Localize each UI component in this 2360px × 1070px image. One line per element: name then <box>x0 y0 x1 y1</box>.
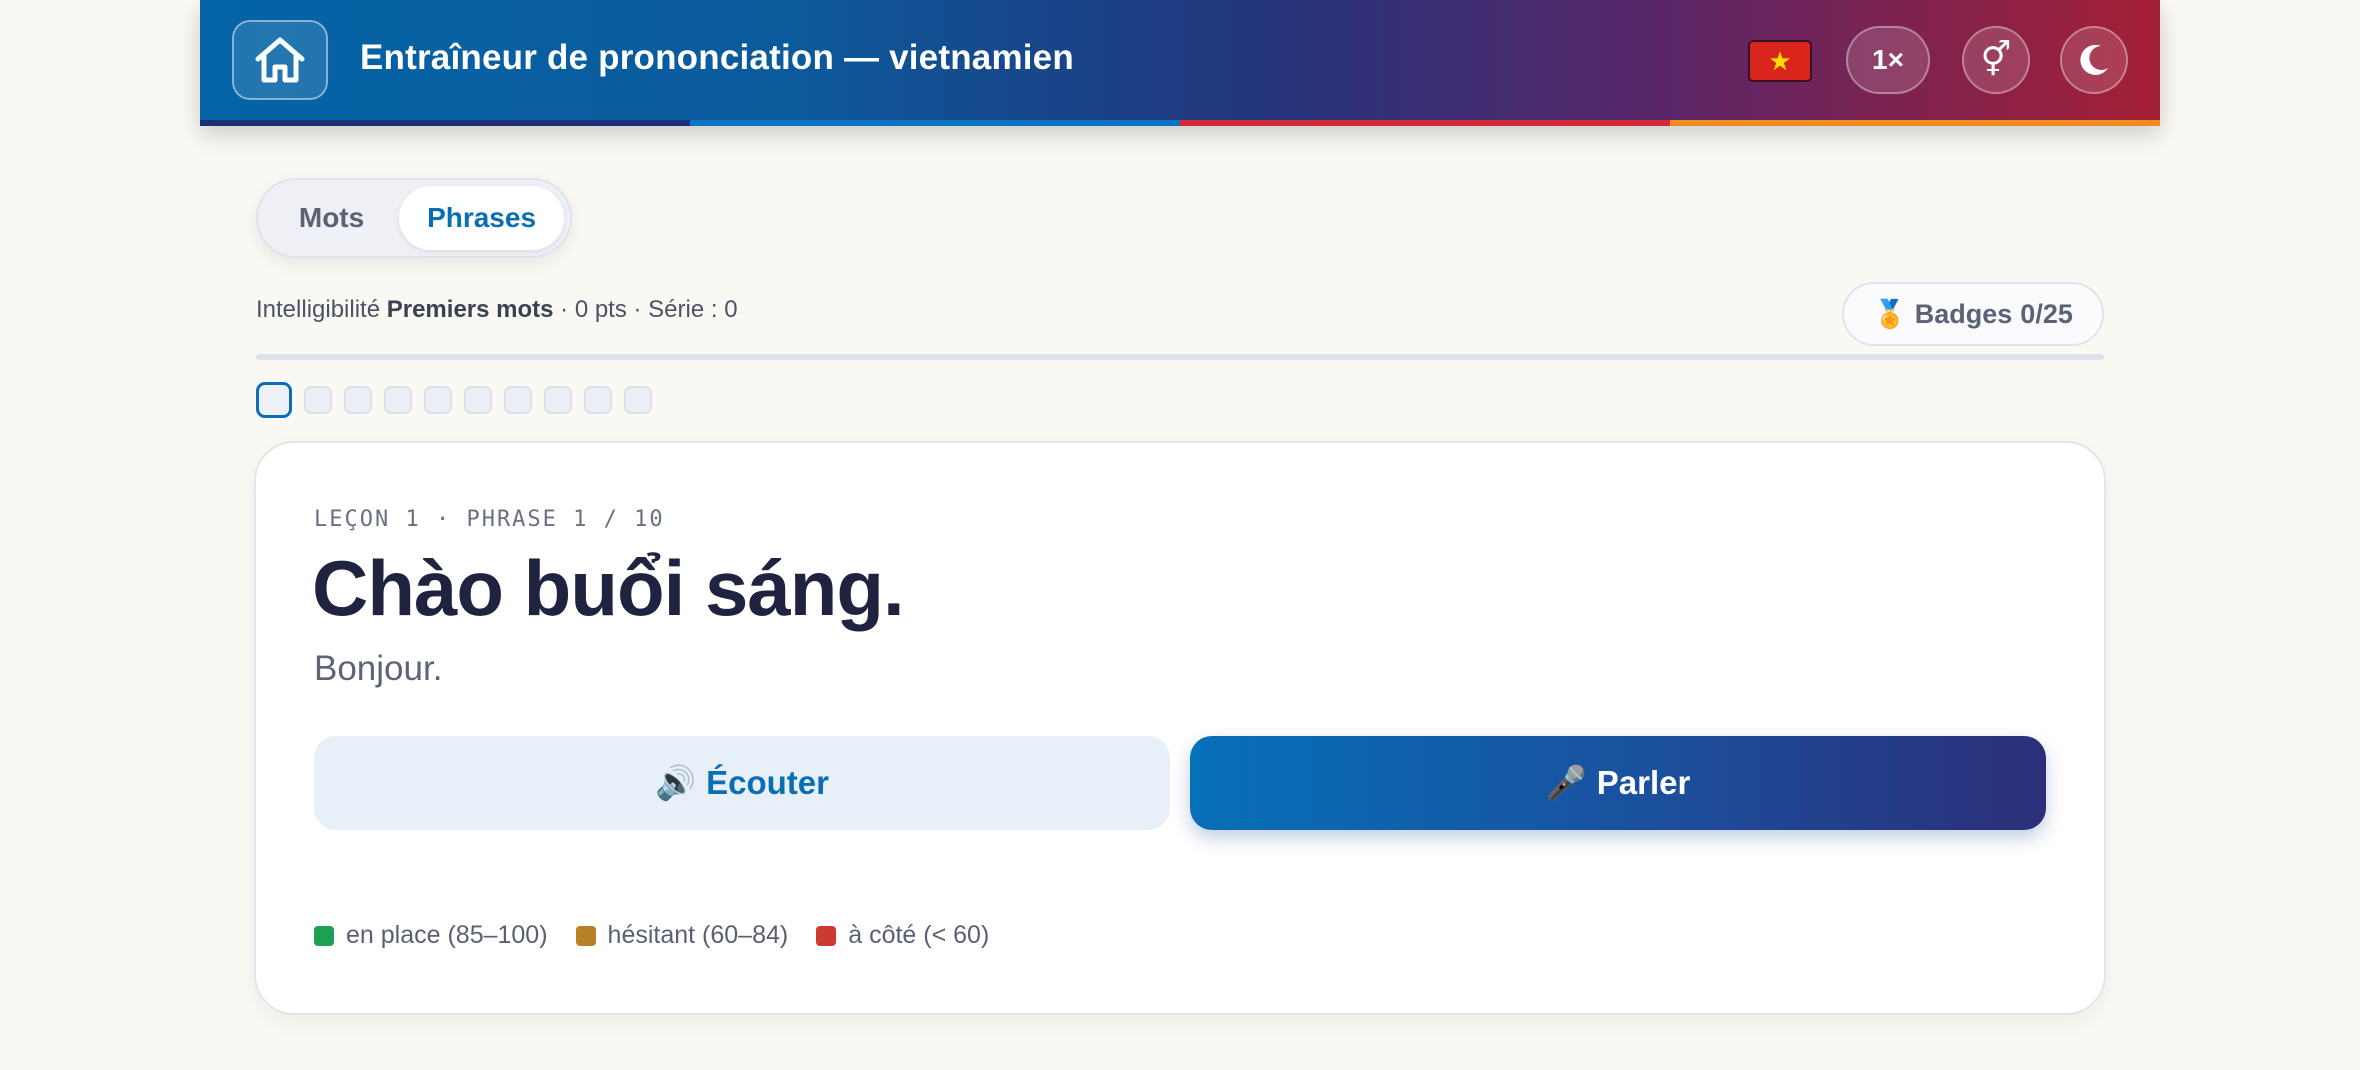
gender-icon: ⚥ <box>1980 41 2012 79</box>
phrase-dots <box>256 382 652 418</box>
phrase-dot[interactable] <box>504 386 532 414</box>
app-title: Entraîneur de prononciation — vietnamien <box>360 38 1074 77</box>
stats-line: Intelligibilité Premiers mots · 0 pts · … <box>256 296 738 324</box>
phrase-dot[interactable] <box>256 382 292 418</box>
home-button[interactable] <box>232 20 328 100</box>
stripe-segment <box>200 120 690 126</box>
phrase-dot[interactable] <box>464 386 492 414</box>
score-legend: en place (85–100) hésitant (60–84) à côt… <box>314 921 1017 950</box>
phrase-text: Chào buổi sáng. <box>312 544 905 632</box>
legend-swatch <box>314 925 334 946</box>
legend-label: à côté (< 60) <box>848 921 990 949</box>
badges-button[interactable]: 🏅 Badges 0/25 <box>1842 282 2104 346</box>
legend-swatch <box>816 925 837 946</box>
legend-item-off: à côté (< 60) <box>816 921 989 950</box>
header-color-stripe <box>200 120 2160 126</box>
flag-star-icon: ★ <box>1768 46 1792 76</box>
voice-gender-button[interactable]: ⚥ <box>1962 26 2030 94</box>
stripe-segment <box>690 120 1180 126</box>
progress-bar <box>256 354 2104 360</box>
microphone-icon: 🎤 <box>1545 763 1587 801</box>
phrase-dot[interactable] <box>544 386 572 414</box>
stats-suffix: · 0 pts · Série : 0 <box>553 296 738 323</box>
legend-label: hésitant (60–84) <box>607 921 789 949</box>
speaker-icon: 🔊 <box>655 763 697 801</box>
legend-swatch <box>575 925 596 946</box>
vietnam-flag-icon[interactable]: ★ <box>1748 40 1812 82</box>
speed-button[interactable]: 1× <box>1846 26 1930 94</box>
theme-toggle-button[interactable] <box>2060 26 2128 94</box>
speak-button[interactable]: 🎤 Parler <box>1190 736 2046 830</box>
legend-item-good: en place (85–100) <box>314 921 548 950</box>
stats-level: Premiers mots <box>386 296 554 323</box>
tab-phrases[interactable]: Phrases <box>399 186 564 250</box>
phrase-dot[interactable] <box>424 386 452 414</box>
stripe-segment <box>1670 120 2160 126</box>
phrase-dot[interactable] <box>624 386 652 414</box>
phrase-dot[interactable] <box>304 386 332 414</box>
badges-label: Badges <box>1914 298 2013 329</box>
legend-label: en place (85–100) <box>346 921 548 949</box>
stripe-segment <box>1180 120 1670 126</box>
stats-prefix: Intelligibilité <box>256 296 387 323</box>
tab-words[interactable]: Mots <box>264 186 399 250</box>
app-header: Entraîneur de prononciation — vietnamien… <box>200 0 2160 126</box>
listen-button[interactable]: 🔊 Écouter <box>314 736 1170 830</box>
lesson-label: LEÇON 1 · PHRASE 1 / 10 <box>314 507 665 532</box>
legend-item-hesitant: hésitant (60–84) <box>575 921 789 950</box>
home-icon <box>255 37 305 83</box>
app-root: Entraîneur de prononciation — vietnamien… <box>200 0 2160 1070</box>
mode-toggle: Mots Phrases <box>256 178 572 258</box>
moon-icon <box>2080 44 2108 75</box>
phrase-dot[interactable] <box>344 386 372 414</box>
phrase-dot[interactable] <box>584 386 612 414</box>
medal-icon: 🏅 <box>1873 299 1907 329</box>
phrase-dot[interactable] <box>384 386 412 414</box>
speak-label: Parler <box>1596 764 1691 801</box>
listen-label: Écouter <box>706 764 829 801</box>
badges-count: 0/25 <box>2020 298 2073 329</box>
translation-text: Bonjour. <box>314 649 443 688</box>
phrase-card: LEÇON 1 · PHRASE 1 / 10 Chào buổi sáng. … <box>254 441 2106 1015</box>
